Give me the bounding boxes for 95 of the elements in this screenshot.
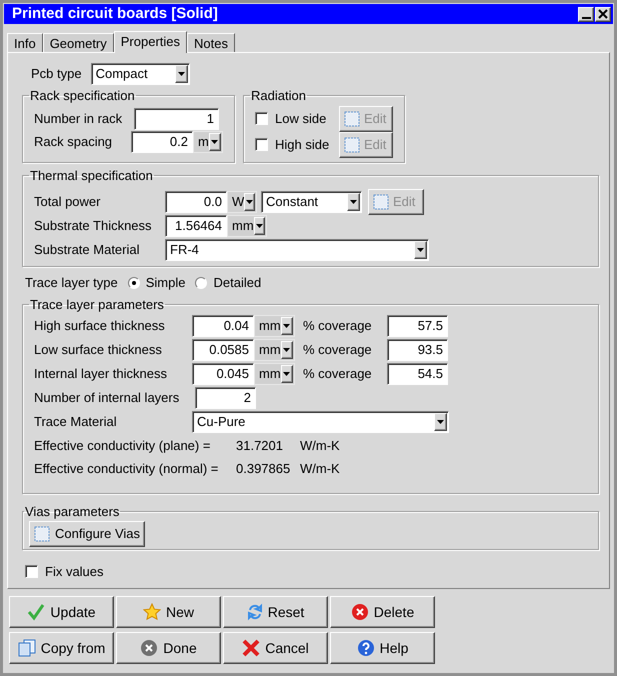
unit-dropdown[interactable]: mm [254, 363, 295, 385]
radio-label: Simple [146, 274, 186, 292]
group-title: Radiation [250, 87, 307, 105]
action-button[interactable]: Done [116, 632, 221, 664]
input-field[interactable]: 0.0585 [192, 339, 254, 361]
close-circle-icon [140, 639, 158, 657]
caret-icon [280, 365, 293, 383]
field-label: Pcb type [31, 65, 82, 84]
unit-dropdown[interactable]: mm [254, 315, 295, 337]
checkmark-icon [27, 603, 46, 621]
caret-icon [244, 192, 255, 210]
dropdown[interactable]: FR-4 [165, 238, 429, 260]
input-field[interactable]: 2 [195, 387, 256, 409]
group-title: Vias parameters [24, 502, 120, 521]
unit-dropdown[interactable]: m [193, 130, 223, 152]
radio-button[interactable] [128, 276, 140, 289]
input-field[interactable]: 1.56464 [165, 214, 227, 236]
refresh-icon [246, 603, 263, 621]
unit-text: W/m-K [300, 460, 340, 478]
frame-icon [344, 136, 360, 152]
caret-icon [280, 341, 293, 359]
copy-icon [18, 639, 36, 657]
field-label: High surface thickness [34, 317, 166, 336]
window-title: Printed circuit boards [Solid] [12, 4, 218, 24]
checkbox[interactable] [255, 112, 268, 125]
field-label: Total power [34, 192, 102, 211]
field-label: Substrate Material [34, 240, 140, 259]
dropdown[interactable]: Compact [90, 63, 190, 85]
cross-icon [242, 639, 260, 657]
field-label: % coverage [303, 317, 373, 336]
frame-icon [373, 194, 389, 210]
input-field[interactable]: 0.045 [192, 363, 254, 385]
group-title: Thermal specification [29, 167, 154, 185]
radio-label: Detailed [213, 274, 262, 292]
action-button[interactable]: Delete [330, 596, 435, 628]
action-button[interactable]: New [116, 596, 221, 628]
action-button[interactable]: Update [9, 596, 114, 628]
group-title: Rack specification [29, 87, 136, 105]
frame-icon [344, 110, 360, 126]
checkbox[interactable] [25, 564, 38, 578]
action-button[interactable]: Cancel [223, 632, 328, 664]
dropdown[interactable]: Cu-Pure [192, 411, 449, 433]
unit-text: W/m-K [300, 436, 340, 455]
tab[interactable]: Notes [187, 33, 235, 52]
checkbox-label: High side [275, 136, 330, 154]
value-text: 0.397865 [236, 460, 292, 478]
delete-icon [350, 603, 369, 621]
field-label: Effective conductivity (plane) = [34, 436, 212, 455]
checkbox[interactable] [255, 138, 268, 151]
input-field[interactable]: 0.04 [192, 315, 254, 337]
input-field[interactable]: 57.5 [387, 315, 448, 337]
checkbox-label: Fix values [45, 562, 104, 580]
field-label: Trace Material [34, 413, 118, 432]
caret-icon [434, 413, 447, 431]
field-label: % coverage [303, 341, 373, 360]
dropdown[interactable]: Constant [261, 190, 362, 212]
input-field[interactable]: 54.5 [387, 363, 448, 385]
caret-icon [254, 216, 265, 234]
caret-icon [414, 240, 427, 258]
input-field[interactable]: 0.2 [131, 130, 193, 152]
field-label: Low surface thickness [34, 341, 163, 360]
group-title: Trace layer parameters [29, 296, 165, 314]
minimize-button[interactable] [578, 6, 594, 22]
field-label: Number in rack [34, 110, 124, 128]
close-button[interactable] [595, 6, 611, 22]
field-label: Internal layer thickness [34, 365, 168, 384]
value-text: 31.7201 [236, 436, 284, 455]
frame-icon [34, 526, 50, 542]
tab[interactable]: Properties [114, 31, 188, 53]
caret-icon [280, 317, 293, 335]
radio-button[interactable] [195, 276, 208, 289]
field-label: Substrate Thickness [34, 216, 153, 235]
caret-icon [347, 192, 360, 210]
action-button[interactable]: Help [330, 632, 435, 664]
star-icon [142, 603, 161, 621]
help-icon [356, 639, 375, 657]
input-field[interactable]: 1 [134, 108, 219, 130]
unit-dropdown[interactable]: mm [227, 214, 267, 236]
action-button[interactable]: Copy from [9, 632, 114, 664]
tab[interactable]: Geometry [42, 33, 114, 52]
configure-vias-button[interactable]: Configure Vias [29, 521, 146, 547]
input-field[interactable]: 0.0 [165, 190, 227, 212]
field-label: Effective conductivity (normal) = [34, 460, 220, 478]
caret-icon [174, 65, 188, 83]
checkbox-label: Low side [275, 110, 328, 128]
field-label: Trace layer type [25, 274, 118, 292]
field-label: Rack spacing [34, 132, 114, 151]
action-button[interactable]: Reset [223, 596, 328, 628]
field-label: Number of internal layers [34, 389, 180, 408]
unit-dropdown[interactable]: mm [254, 339, 295, 361]
caret-icon [208, 132, 221, 150]
tab[interactable]: Info [7, 33, 43, 52]
unit-dropdown[interactable]: W [227, 190, 257, 212]
field-label: % coverage [303, 365, 373, 384]
input-field[interactable]: 93.5 [387, 339, 448, 361]
